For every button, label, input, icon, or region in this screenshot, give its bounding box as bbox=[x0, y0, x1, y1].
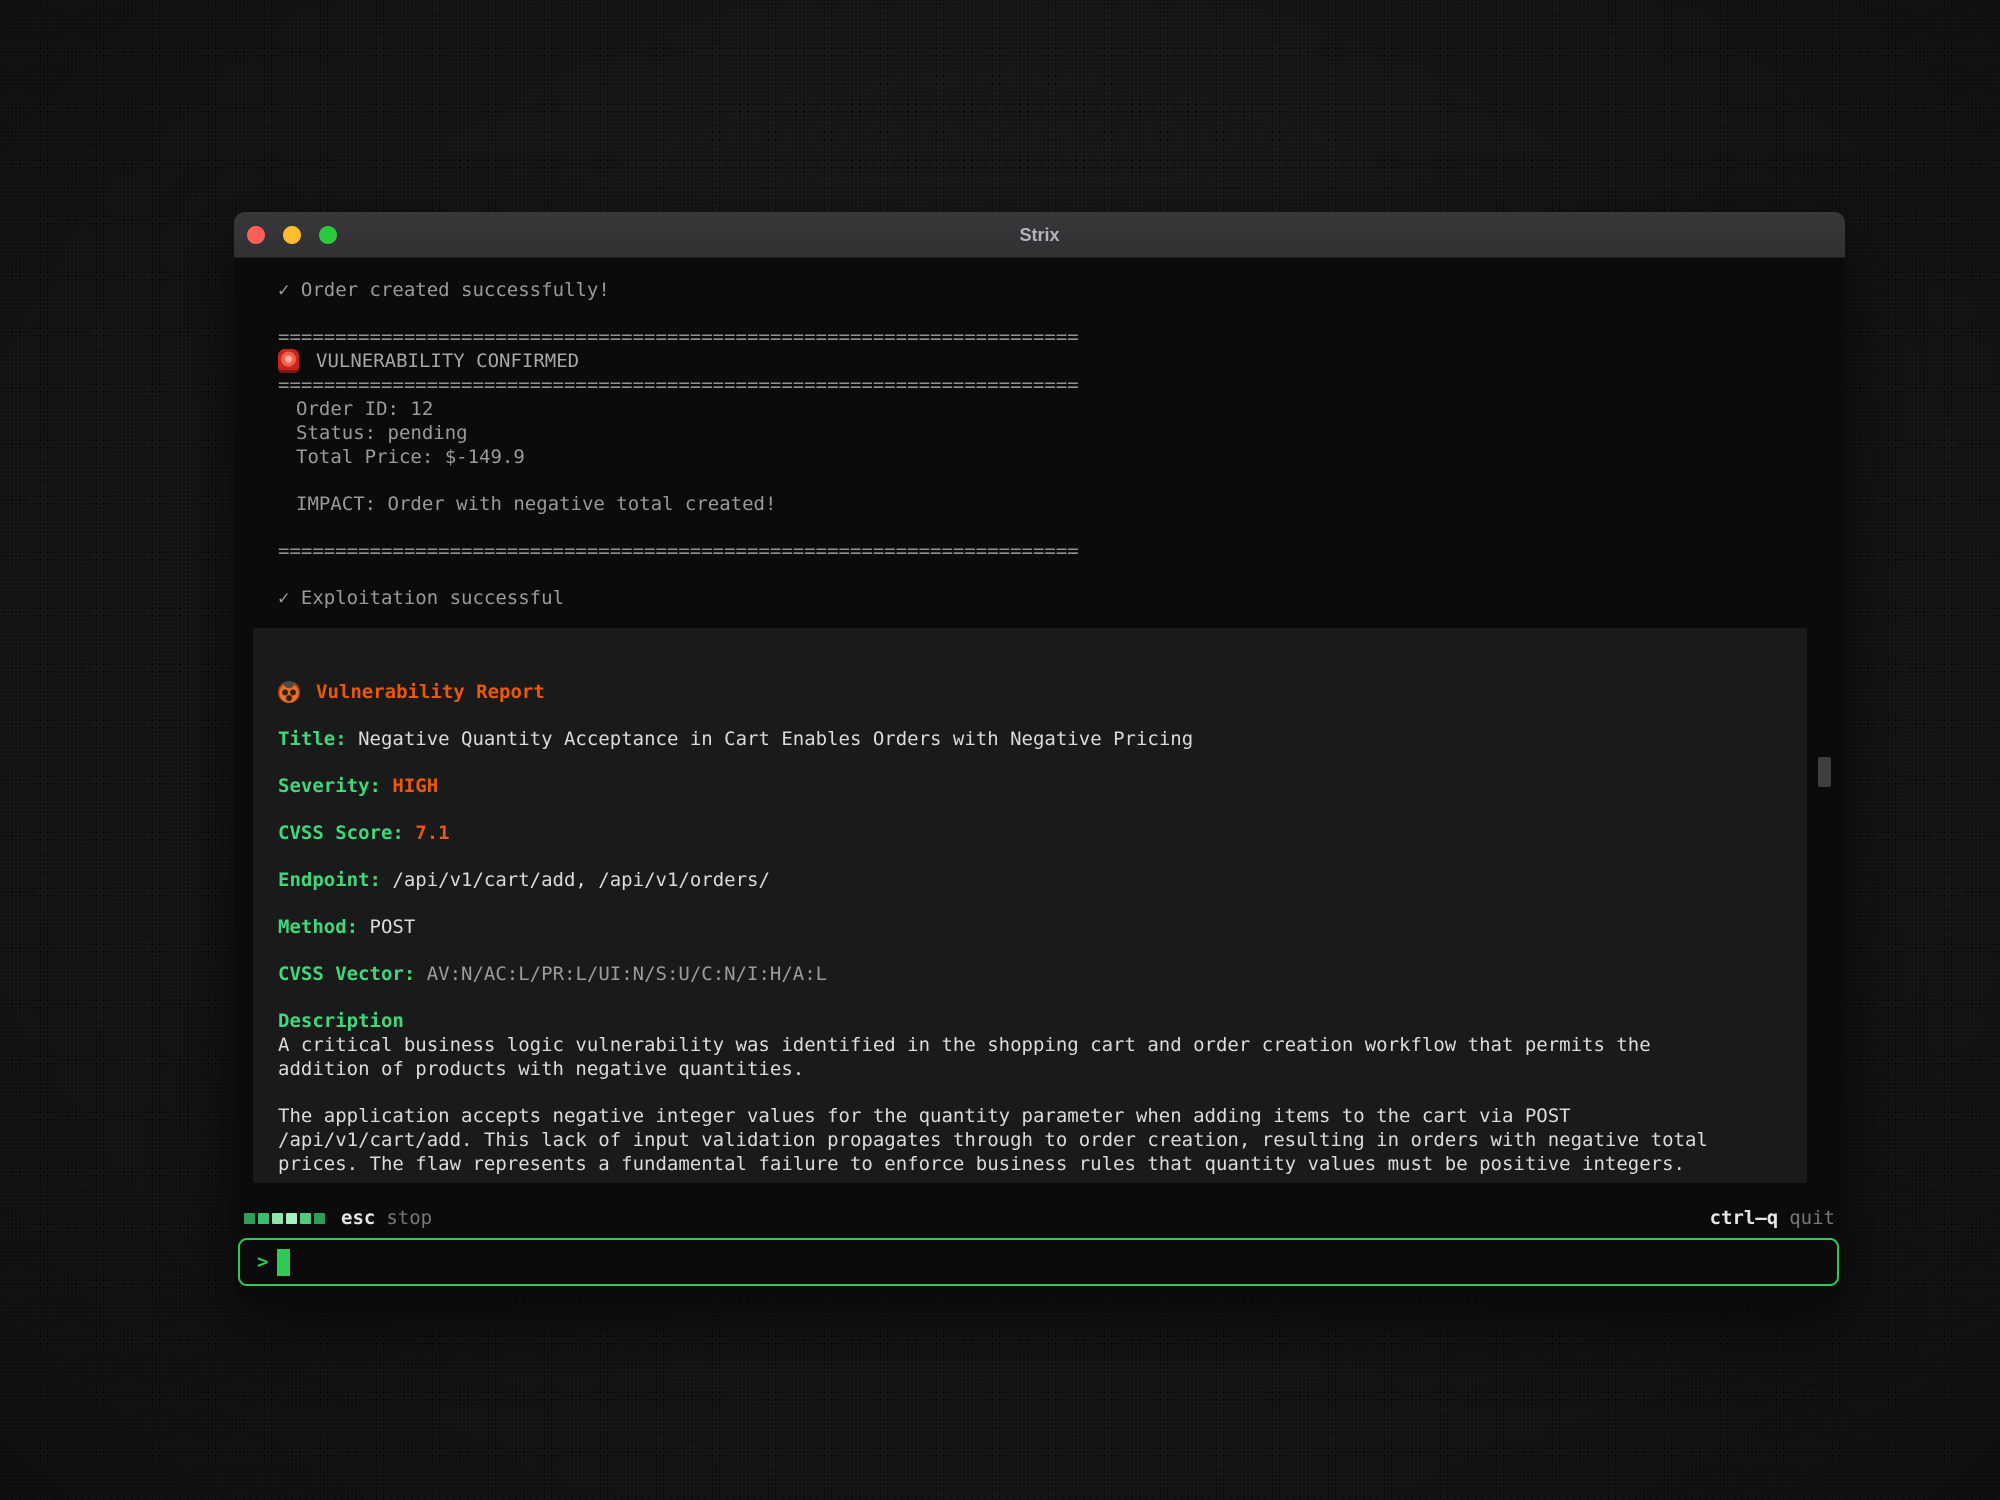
endpoint-value: /api/v1/cart/add, /api/v1/orders/ bbox=[392, 869, 770, 891]
log-line-order-success: ✓ Order created successfully! bbox=[278, 278, 1805, 302]
status-bar: esc stop ctrl–q quit bbox=[244, 1204, 1835, 1232]
separator-line: ========================================… bbox=[278, 373, 1805, 397]
terminal-output[interactable]: ✓ Order created successfully! ==========… bbox=[234, 258, 1845, 1298]
status-right: ctrl–q quit bbox=[1710, 1207, 1835, 1229]
field-label: Method: bbox=[278, 916, 358, 938]
esc-key-hint: esc bbox=[341, 1207, 375, 1229]
window-titlebar: Strix bbox=[234, 212, 1845, 258]
cvss-vector-value: AV:N/AC:L/PR:L/UI:N/S:U/C:N/I:H/A:L bbox=[427, 963, 827, 985]
separator-line: ========================================… bbox=[278, 325, 1805, 349]
report-field-title: Title: Negative Quantity Acceptance in C… bbox=[278, 727, 1762, 751]
order-status-line: Status: pending bbox=[278, 421, 1805, 445]
stop-action-hint: stop bbox=[386, 1207, 432, 1229]
cvss-score-value: 7.1 bbox=[415, 822, 449, 844]
vulnerability-confirmed-banner: VULNERABILITY CONFIRMED bbox=[278, 349, 1805, 373]
exploitation-success-text: Exploitation successful bbox=[301, 587, 564, 609]
spinner-block bbox=[286, 1213, 297, 1224]
total-price-line: Total Price: $-149.9 bbox=[278, 445, 1805, 469]
report-field-endpoint: Endpoint: /api/v1/cart/add, /api/v1/orde… bbox=[278, 868, 1762, 892]
description-heading: Description bbox=[278, 1009, 1762, 1033]
quit-key-hint: ctrl–q bbox=[1710, 1207, 1779, 1229]
field-label: Severity: bbox=[278, 775, 381, 797]
description-paragraph-2: The application accepts negative integer… bbox=[278, 1104, 1733, 1176]
log-line-exploitation-success: ✓ Exploitation successful bbox=[278, 586, 1805, 610]
bug-icon bbox=[278, 681, 300, 703]
spinner-block bbox=[244, 1213, 255, 1224]
severity-badge: HIGH bbox=[392, 775, 438, 797]
vulnerability-report-panel: Vulnerability Report Title: Negative Qua… bbox=[253, 628, 1807, 1183]
report-field-cvss-vector: CVSS Vector: AV:N/AC:L/PR:L/UI:N/S:U/C:N… bbox=[278, 962, 1762, 986]
report-field-method: Method: POST bbox=[278, 915, 1762, 939]
banner-title: VULNERABILITY CONFIRMED bbox=[316, 349, 579, 373]
spinner-block bbox=[272, 1213, 283, 1224]
method-value: POST bbox=[370, 916, 416, 938]
police-light-icon bbox=[278, 349, 299, 373]
order-id-line: Order ID: 12 bbox=[278, 397, 1805, 421]
impact-line: IMPACT: Order with negative total create… bbox=[278, 492, 1805, 516]
description-paragraph-1: A critical business logic vulnerability … bbox=[278, 1033, 1733, 1081]
report-header: Vulnerability Report bbox=[278, 680, 1762, 704]
scrollbar-thumb[interactable] bbox=[1818, 757, 1831, 787]
field-label: CVSS Vector: bbox=[278, 963, 415, 985]
check-icon: ✓ bbox=[278, 279, 289, 301]
order-success-text: Order created successfully! bbox=[301, 279, 610, 301]
prompt-chevron: > bbox=[257, 1251, 268, 1273]
spinner bbox=[244, 1213, 325, 1224]
spinner-block bbox=[314, 1213, 325, 1224]
log-section: ✓ Order created successfully! ==========… bbox=[278, 278, 1805, 610]
app-window: Strix ✓ Order created successfully! ====… bbox=[234, 212, 1845, 1298]
description-heading-text: Description bbox=[278, 1010, 404, 1032]
report-header-title: Vulnerability Report bbox=[316, 680, 545, 704]
quit-action-hint: quit bbox=[1789, 1207, 1835, 1229]
field-value: Negative Quantity Acceptance in Cart Ena… bbox=[358, 728, 1193, 750]
field-label: CVSS Score: bbox=[278, 822, 404, 844]
report-field-cvss-score: CVSS Score: 7.1 bbox=[278, 821, 1762, 845]
command-input[interactable]: > bbox=[238, 1238, 1839, 1286]
spinner-block bbox=[300, 1213, 311, 1224]
check-icon: ✓ bbox=[278, 587, 289, 609]
separator-line: ========================================… bbox=[278, 539, 1805, 563]
field-label: Title: bbox=[278, 728, 347, 750]
spinner-block bbox=[258, 1213, 269, 1224]
report-field-severity: Severity: HIGH bbox=[278, 774, 1762, 798]
status-left: esc stop bbox=[244, 1207, 432, 1229]
window-title: Strix bbox=[234, 212, 1845, 258]
text-cursor bbox=[277, 1249, 290, 1276]
field-label: Endpoint: bbox=[278, 869, 381, 891]
